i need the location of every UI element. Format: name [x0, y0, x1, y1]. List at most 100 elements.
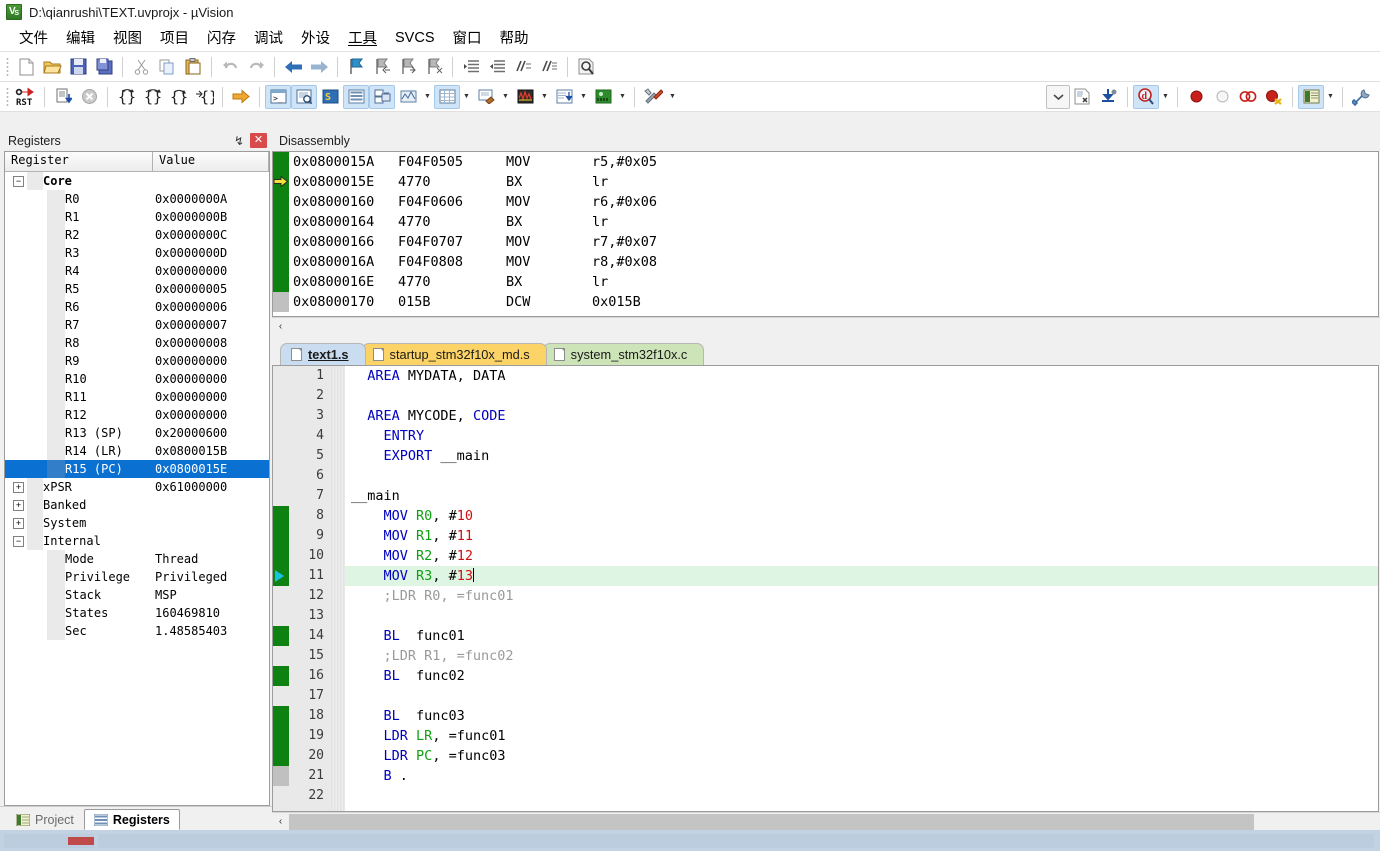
menu-item-3[interactable]: 项目 [151, 24, 198, 51]
editor-tab-1[interactable]: startup_stm32f10x_md.s [361, 343, 547, 365]
register-row[interactable]: Mode Thread [5, 550, 269, 568]
redo-icon[interactable] [243, 55, 269, 79]
register-value-cell[interactable]: 0x00000000 [155, 408, 269, 422]
register-row[interactable]: R7 0x00000007 [5, 316, 269, 334]
command-window-icon[interactable]: >_ [265, 84, 291, 109]
memory-dropdown-icon[interactable] [460, 85, 473, 109]
register-row[interactable]: Sec 1.48585403 [5, 622, 269, 640]
symbols-window-icon[interactable]: S [317, 85, 343, 109]
editor-tab-0[interactable]: text1.s [280, 343, 366, 365]
code-line[interactable] [345, 786, 1378, 806]
code-line[interactable]: MOV R0, #10 [345, 506, 1378, 526]
call-stack-window-icon[interactable] [369, 84, 395, 109]
collapse-icon[interactable]: − [13, 175, 24, 187]
disassembly-row[interactable]: 0x0800015E 4770 BX lr [273, 172, 1378, 192]
register-row[interactable]: R2 0x0000000C [5, 226, 269, 244]
editor-body[interactable]: 1 2 3 4 5 6 7 8 9 10 11 12 13 14 15 16 17 18 19 20 21 22 AREA… [273, 366, 1378, 811]
analysis-dropdown-icon[interactable] [538, 85, 551, 109]
register-value-cell[interactable]: 0x20000600 [155, 426, 269, 440]
register-row[interactable]: + System [5, 514, 269, 532]
disassembly-gutter[interactable] [273, 292, 289, 312]
bookmark-clear-icon[interactable] [421, 55, 447, 79]
register-row[interactable]: R3 0x0000000D [5, 244, 269, 262]
breakpoint-marker[interactable] [273, 586, 289, 606]
save-icon[interactable] [65, 55, 91, 79]
bookmark-next-icon[interactable] [395, 55, 421, 79]
project-dropdown-icon[interactable] [1324, 85, 1337, 109]
register-value-cell[interactable]: MSP [155, 588, 269, 602]
register-row[interactable]: R11 0x00000000 [5, 388, 269, 406]
paste-icon[interactable] [180, 55, 206, 79]
disassembly-gutter[interactable] [273, 172, 289, 192]
pin-icon[interactable]: ↯ [231, 133, 247, 149]
menu-item-10[interactable]: 帮助 [491, 24, 538, 51]
editor-hscrollbar[interactable]: ‹ [272, 812, 1380, 830]
breakpoint-disable-all-icon[interactable] [1235, 85, 1261, 109]
scroll-track[interactable] [289, 813, 1380, 830]
breakpoint-marker[interactable] [273, 466, 289, 486]
breakpoint-marker[interactable] [273, 486, 289, 506]
register-value-cell[interactable]: 160469810 [155, 606, 269, 620]
toolbar-grip[interactable] [6, 56, 9, 77]
menu-item-1[interactable]: 编辑 [57, 24, 104, 51]
disassembly-row[interactable]: 0x0800016E 4770 BX lr [273, 272, 1378, 292]
collapse-icon[interactable]: − [13, 535, 24, 547]
register-row[interactable]: R5 0x00000005 [5, 280, 269, 298]
register-value-cell[interactable]: 0x0000000C [155, 228, 269, 242]
code-line[interactable]: BL func01 [345, 626, 1378, 646]
register-row[interactable]: R13 (SP) 0x20000600 [5, 424, 269, 442]
toolbox-dropdown-icon[interactable] [666, 85, 679, 109]
uncomment-icon[interactable] [536, 55, 562, 79]
project-window-icon[interactable] [1298, 84, 1324, 109]
register-row[interactable]: − Internal [5, 532, 269, 550]
register-value-cell[interactable]: 0x00000000 [155, 264, 269, 278]
menu-item-9[interactable]: 窗口 [444, 24, 491, 51]
copy-icon[interactable] [154, 55, 180, 79]
code-line[interactable]: MOV R1, #11 [345, 526, 1378, 546]
breakpoint-marker[interactable] [273, 686, 289, 706]
disassembly-gutter[interactable] [273, 252, 289, 272]
register-value-cell[interactable]: 0x0800015B [155, 444, 269, 458]
code-line[interactable]: ;LDR R0, =func01 [345, 586, 1378, 606]
register-value-cell[interactable]: 0x00000006 [155, 300, 269, 314]
register-row[interactable]: States 160469810 [5, 604, 269, 622]
register-value-cell[interactable]: 0x0000000B [155, 210, 269, 224]
cut-icon[interactable] [128, 55, 154, 79]
register-row[interactable]: R15 (PC) 0x0800015E [5, 460, 269, 478]
disassembly-hscrollbar[interactable]: ‹ [272, 317, 1380, 335]
breakpoint-marker[interactable] [273, 426, 289, 446]
register-value-cell[interactable]: 0x00000005 [155, 282, 269, 296]
register-row[interactable]: + Banked [5, 496, 269, 514]
register-value-cell[interactable]: 0x00000000 [155, 354, 269, 368]
watch-window-icon[interactable] [395, 85, 421, 109]
disassembly-gutter[interactable] [273, 272, 289, 292]
register-value-cell[interactable]: 0x00000008 [155, 336, 269, 350]
disassembly-gutter[interactable] [273, 212, 289, 232]
code-line[interactable]: LDR PC, =func03 [345, 746, 1378, 766]
breakpoint-marker[interactable] [273, 786, 289, 806]
save-all-icon[interactable] [91, 55, 117, 79]
disassembly-row[interactable]: 0x08000164 4770 BX lr [273, 212, 1378, 232]
magnify-dropdown-icon[interactable] [1159, 85, 1172, 109]
code-line[interactable]: EXPORT __main [345, 446, 1378, 466]
code-line[interactable] [345, 686, 1378, 706]
disassembly-row[interactable]: 0x08000166 F04F0707 MOV r7,#0x07 [273, 232, 1378, 252]
breakpoint-kill-all-icon[interactable] [1261, 85, 1287, 109]
bookmark-toggle-icon[interactable] [343, 55, 369, 79]
code-line[interactable]: __main [345, 486, 1378, 506]
menu-item-0[interactable]: 文件 [10, 24, 57, 51]
register-value-cell[interactable]: 0x61000000 [155, 480, 269, 494]
code-line[interactable]: MOV R3, #13 [345, 566, 1378, 586]
register-value-cell[interactable]: 0x00000000 [155, 390, 269, 404]
register-value-cell[interactable]: 1.48585403 [155, 624, 269, 638]
menu-item-2[interactable]: 视图 [104, 24, 151, 51]
download-icon[interactable] [1096, 85, 1122, 109]
menu-item-6[interactable]: 外设 [292, 24, 339, 51]
navigate-back-icon[interactable] [280, 55, 306, 79]
open-file-icon[interactable] [39, 55, 65, 79]
menu-item-5[interactable]: 调试 [245, 24, 292, 51]
dropdown-icon[interactable] [1046, 84, 1070, 109]
serial-dropdown-icon[interactable] [499, 85, 512, 109]
run-icon[interactable] [50, 85, 76, 109]
run-to-cursor-icon[interactable]: {} [191, 85, 217, 109]
